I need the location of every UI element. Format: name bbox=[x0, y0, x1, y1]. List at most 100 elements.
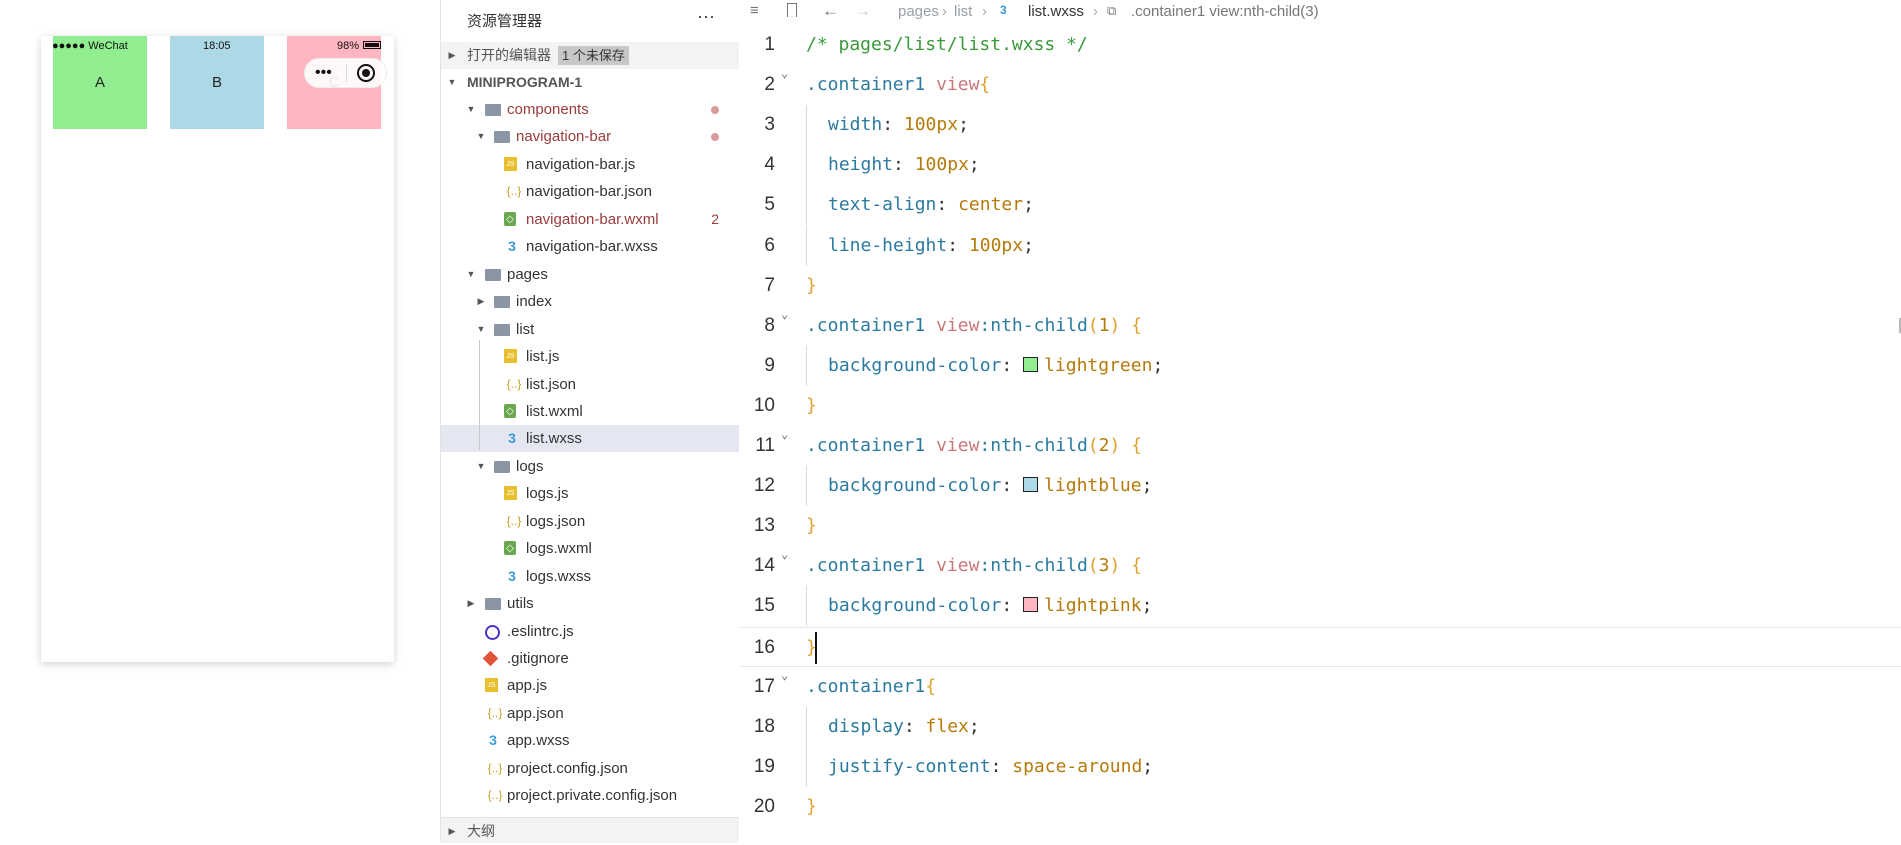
chevron-right-icon[interactable]: ▶ bbox=[466, 590, 476, 617]
tree-file[interactable]: {..} navigation-bar.json bbox=[441, 178, 739, 205]
arrow-right-icon[interactable]: → bbox=[854, 1, 871, 21]
code-text: justify-content: space-around; bbox=[828, 747, 1153, 787]
code-token: background-color bbox=[828, 475, 1002, 496]
chevron-down-icon[interactable]: ▼ bbox=[466, 261, 476, 288]
tree-folder[interactable]: ▼ components bbox=[441, 96, 739, 123]
chevron-down-icon[interactable]: ▼ bbox=[466, 96, 476, 123]
code-line[interactable]: 11 ⌄ .container1 view:nth-child(2) { bbox=[739, 426, 1901, 466]
chevron-down-icon[interactable]: ▼ bbox=[476, 316, 486, 343]
open-editors-section[interactable]: ▶ 打开的编辑器 1 个未保存 bbox=[441, 42, 739, 69]
code-text: background-color: lightblue; bbox=[828, 466, 1152, 506]
code-line[interactable]: 10} bbox=[739, 386, 1901, 426]
fold-chevron-icon[interactable]: ⌄ bbox=[781, 534, 788, 574]
code-editor[interactable]: ≡ ← → pages › list › 3 list.wxss › ⧉ .co… bbox=[739, 0, 1901, 842]
code-line[interactable]: 7} bbox=[739, 266, 1901, 306]
code-line[interactable]: 5 text-align: center; bbox=[739, 185, 1901, 225]
code-line[interactable]: 15 background-color: lightpink; bbox=[739, 586, 1901, 626]
color-swatch[interactable] bbox=[1023, 477, 1039, 492]
tree-file[interactable]: ◇ logs.wxml bbox=[441, 535, 739, 562]
code-line[interactable]: 8 ⌄ .container1 view:nth-child(1) { bbox=[739, 306, 1901, 346]
tree-item-label: app.wxss bbox=[507, 732, 570, 749]
tree-file[interactable]: 3 logs.wxss bbox=[441, 563, 739, 590]
more-dots-icon[interactable]: ••• bbox=[315, 63, 332, 83]
tree-folder[interactable]: ▼ navigation-bar bbox=[441, 123, 739, 150]
line-number: 16 bbox=[753, 637, 775, 658]
tree-folder[interactable]: ▶ utils bbox=[441, 590, 739, 617]
project-section[interactable]: ▼ MINIPROGRAM-1 bbox=[441, 69, 739, 96]
tree-file[interactable]: JS list.js bbox=[441, 343, 739, 370]
code-line[interactable]: 20} bbox=[739, 787, 1901, 827]
json-file-icon: {..} bbox=[487, 706, 503, 720]
breadcrumb-item[interactable]: list.wxss bbox=[1028, 3, 1084, 20]
outline-section[interactable]: ▶ 大纲 bbox=[441, 817, 739, 843]
tree-file[interactable]: 3 app.wxss bbox=[441, 727, 739, 754]
code-line[interactable]: 1 /* pages/list/list.wxss */ bbox=[739, 25, 1901, 65]
bookmark-icon[interactable] bbox=[787, 3, 797, 17]
code-text: .container1 view{ bbox=[806, 65, 990, 105]
tree-file[interactable]: {..} logs.json bbox=[441, 508, 739, 535]
color-swatch[interactable] bbox=[1023, 357, 1039, 372]
code-line[interactable]: 13} bbox=[739, 506, 1901, 546]
breadcrumb-item[interactable]: list bbox=[954, 3, 972, 20]
code-line[interactable]: 18 display: flex; bbox=[739, 707, 1901, 747]
arrow-left-icon[interactable]: ← bbox=[822, 1, 839, 21]
fold-chevron-icon[interactable]: ⌄ bbox=[781, 655, 788, 695]
code-line[interactable]: 14 ⌄ .container1 view:nth-child(3) { bbox=[739, 546, 1901, 586]
capsule-menu[interactable]: ••• bbox=[304, 58, 387, 88]
chevron-right-icon[interactable]: ▶ bbox=[476, 288, 486, 315]
tree-file[interactable]: JS app.js bbox=[441, 672, 739, 699]
breadcrumb-item[interactable]: pages bbox=[898, 3, 939, 20]
tree-file[interactable]: .eslintrc.js bbox=[441, 618, 739, 645]
code-line[interactable]: 4 height: 100px; bbox=[739, 145, 1901, 185]
code-line[interactable]: 17 ⌄ .container1{ bbox=[739, 667, 1901, 707]
tree-file[interactable]: {..} list.json bbox=[441, 371, 739, 398]
wxss-file-icon: 3 bbox=[489, 732, 497, 748]
tree-file[interactable]: JS navigation-bar.js bbox=[441, 151, 739, 178]
explorer-header: 资源管理器 ··· bbox=[441, 0, 739, 38]
code-token: ; bbox=[958, 114, 969, 135]
tree-folder[interactable]: ▶ index bbox=[441, 288, 739, 315]
tree-file[interactable]: 3 navigation-bar.wxss bbox=[441, 233, 739, 260]
tree-file[interactable]: ◇ list.wxml bbox=[441, 398, 739, 425]
tree-file[interactable]: JS logs.js bbox=[441, 480, 739, 507]
fold-chevron-icon[interactable]: ⌄ bbox=[781, 53, 788, 93]
tree-file[interactable]: {..} project.private.config.json bbox=[441, 782, 739, 809]
tree-folder[interactable]: ▼ pages bbox=[441, 261, 739, 288]
tree-file[interactable]: 3 list.wxss bbox=[441, 425, 739, 452]
fold-chevron-icon[interactable]: ⌄ bbox=[781, 294, 788, 334]
code-line[interactable]: 3 width: 100px; bbox=[739, 105, 1901, 145]
tree-folder[interactable]: ▼ logs bbox=[441, 453, 739, 480]
chevron-down-icon[interactable]: ▼ bbox=[476, 453, 486, 480]
folder-icon bbox=[485, 269, 501, 281]
breadcrumb-item[interactable]: .container1 view:nth-child(3) bbox=[1131, 3, 1319, 20]
code-token: 100px bbox=[914, 154, 969, 175]
code-token: /* pages/list/list.wxss */ bbox=[806, 34, 1088, 55]
tree-file[interactable]: {..} project.config.json bbox=[441, 755, 739, 782]
eslint-icon bbox=[485, 625, 500, 640]
color-swatch[interactable] bbox=[1023, 597, 1039, 612]
code-line[interactable]: 9 background-color: lightgreen; bbox=[739, 346, 1901, 386]
list-icon[interactable]: ≡ bbox=[750, 2, 759, 19]
code-line[interactable]: 2 ⌄ .container1 view{ bbox=[739, 65, 1901, 105]
tree-folder[interactable]: ▼ list bbox=[441, 316, 739, 343]
tree-item-label: list.wxss bbox=[526, 430, 582, 447]
code-line[interactable]: 19 justify-content: space-around; bbox=[739, 747, 1901, 787]
fold-chevron-icon[interactable]: ⌄ bbox=[781, 414, 788, 454]
close-circle-icon[interactable] bbox=[357, 64, 375, 82]
more-actions-icon[interactable]: ··· bbox=[697, 6, 715, 27]
code-token: : bbox=[903, 716, 926, 737]
chevron-right-icon: › bbox=[982, 3, 987, 20]
code-line[interactable]: 16} bbox=[739, 627, 1901, 667]
tree-file[interactable]: {..} app.json bbox=[441, 700, 739, 727]
code-token: justify-content bbox=[828, 756, 991, 777]
tree-file[interactable]: .gitignore bbox=[441, 645, 739, 672]
code-line[interactable]: 6 line-height: 100px; bbox=[739, 226, 1901, 266]
json-file-icon: {..} bbox=[487, 761, 503, 775]
code-token: 1 bbox=[1098, 315, 1110, 336]
code-line[interactable]: 12 background-color: lightblue; bbox=[739, 466, 1901, 506]
tree-file[interactable]: ◇ navigation-bar.wxml 2 bbox=[441, 206, 739, 233]
code-token: :nth-child bbox=[979, 435, 1088, 456]
chevron-down-icon[interactable]: ▼ bbox=[476, 123, 486, 150]
code-token: ; bbox=[1141, 475, 1153, 496]
indent-guide bbox=[806, 707, 807, 747]
